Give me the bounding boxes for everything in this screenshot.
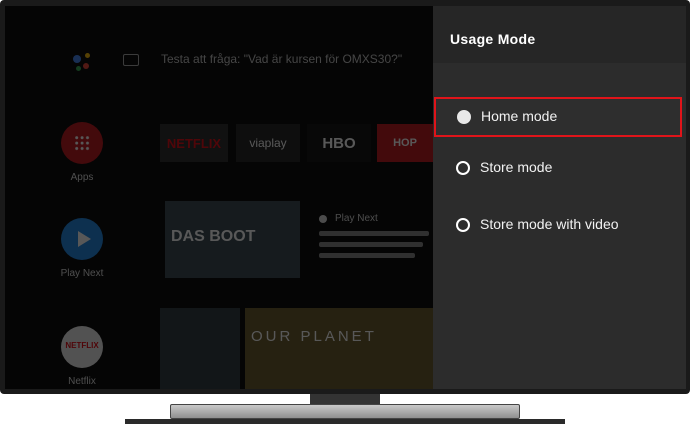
tv-frame: Testa att fråga: "Vad är kursen för OMXS…: [0, 0, 690, 394]
radio-unselected-icon: [456, 218, 470, 232]
tv-screen: Testa att fråga: "Vad är kursen för OMXS…: [5, 6, 686, 389]
home-screen-background: Testa att fråga: "Vad är kursen för OMXS…: [5, 6, 433, 389]
row-poster: [160, 308, 240, 389]
play-next-label: Play Next: [335, 213, 378, 224]
option-label: Store mode: [480, 159, 553, 175]
radio-unselected-icon: [456, 161, 470, 175]
option-store-mode[interactable]: Store mode: [434, 148, 682, 188]
text-placeholder: [319, 253, 415, 258]
sidebar-item-apps: Apps: [57, 122, 107, 183]
search-hint: Testa att fråga: "Vad är kursen för OMXS…: [161, 52, 403, 66]
sidebar-item-label: Netflix: [68, 376, 96, 387]
poster-title: OUR PLANET: [251, 328, 377, 345]
option-label: Home mode: [481, 108, 558, 124]
netflix-tile: NETFLIX: [160, 124, 228, 162]
sidebar-item-netflix: NETFLIX Netflix: [57, 326, 107, 387]
option-home-mode[interactable]: Home mode: [434, 97, 682, 137]
play-icon: [61, 218, 103, 260]
text-placeholder: [319, 231, 429, 236]
keyboard-icon: [123, 54, 139, 66]
netflix-icon: NETFLIX: [61, 326, 103, 368]
tv-stand-base: [170, 404, 520, 419]
panel-header: Usage Mode: [433, 6, 686, 63]
tv-stand-shadow: [125, 419, 565, 424]
option-label: Store mode with video: [480, 216, 619, 232]
play-next-poster: DAS BOOT: [165, 201, 300, 278]
apps-grid-icon: [61, 122, 103, 164]
tv-stand-neck: [310, 394, 380, 404]
viaplay-tile: viaplay: [236, 124, 300, 162]
hbo-tile: HBO: [307, 124, 371, 162]
text-placeholder: [319, 242, 423, 247]
sidebar-item-label: Apps: [70, 172, 94, 183]
usage-mode-panel: Usage Mode Home mode Store mode Store mo…: [433, 6, 686, 389]
row-poster: OUR PLANET: [245, 308, 433, 389]
radio-selected-icon: [457, 110, 471, 124]
sidebar-item-play-next: Play Next: [57, 218, 107, 279]
sidebar-item-label: Play Next: [60, 268, 104, 279]
play-next-icon: [319, 215, 327, 223]
hop-tile: HOP: [377, 124, 433, 162]
google-assistant-icon: [71, 51, 97, 75]
panel-title: Usage Mode: [450, 31, 536, 47]
poster-title: DAS BOOT: [171, 228, 256, 245]
option-store-mode-with-video[interactable]: Store mode with video: [434, 205, 682, 245]
